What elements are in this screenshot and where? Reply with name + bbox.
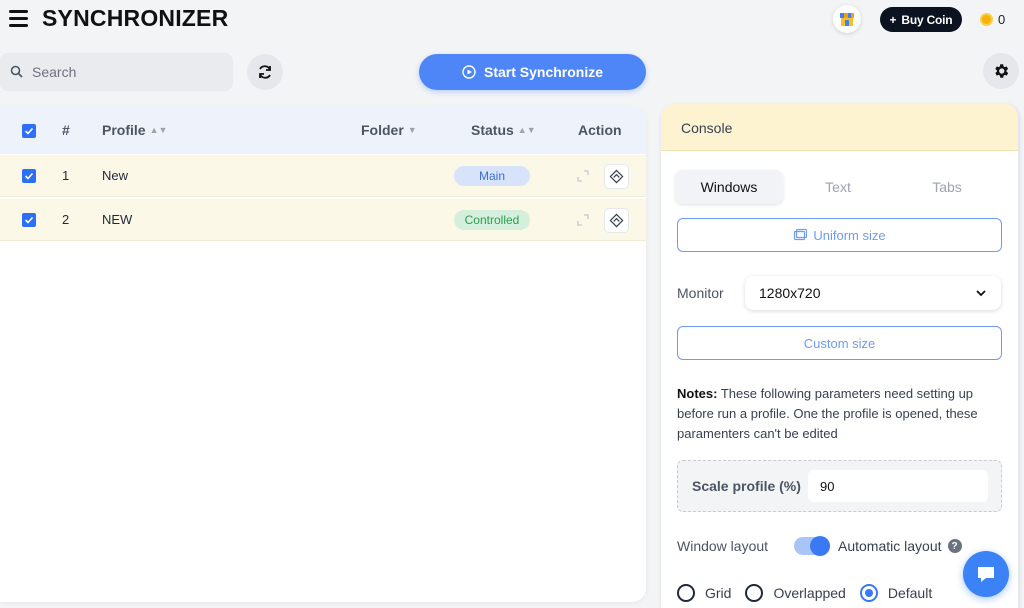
- automatic-layout-label: Automatic layout: [838, 538, 942, 554]
- plus-icon: +: [889, 12, 897, 27]
- console-title: Console: [681, 120, 733, 136]
- automatic-layout: Automatic layout ?: [838, 538, 962, 554]
- store-icon: [840, 13, 854, 26]
- check-icon: [24, 216, 34, 224]
- scale-profile-input[interactable]: [808, 470, 988, 502]
- resize-icon: [794, 228, 808, 241]
- refresh-icon: [259, 65, 271, 79]
- check-icon: [24, 127, 34, 135]
- radio-button[interactable]: [745, 584, 764, 602]
- sort-icon: ▲▼: [149, 125, 168, 135]
- radio-button-selected[interactable]: [859, 584, 878, 602]
- chat-icon: [978, 567, 994, 582]
- column-index: #: [62, 122, 70, 138]
- scale-profile-label: Scale profile (%): [692, 478, 801, 494]
- coin-balance: 0: [980, 12, 1005, 27]
- buy-coin-label: Buy Coin: [901, 12, 953, 27]
- coin-icon: [980, 13, 993, 26]
- notes-body: These following parameters need setting …: [677, 386, 978, 441]
- layout-option-label: Overlapped: [773, 585, 846, 601]
- share-window-icon: [609, 169, 624, 184]
- play-circle-icon: [462, 65, 476, 79]
- menu-icon[interactable]: [4, 4, 32, 32]
- tab-text[interactable]: Text: [784, 170, 892, 204]
- monitor-label: Monitor: [677, 285, 724, 301]
- search-icon: [10, 65, 23, 78]
- app-title: SYNCHRONIZER: [42, 5, 229, 31]
- status-badge: Main: [454, 166, 530, 186]
- console-tabs: Windows Text Tabs: [675, 170, 1001, 204]
- toggle-knob: [810, 536, 830, 556]
- console-panel: Console Windows Text Tabs Uniform size M…: [661, 104, 1020, 608]
- tab-windows[interactable]: Windows: [675, 170, 783, 204]
- profiles-table: # Profile ▲▼ Folder ▼ Status ▲▼ Action 1…: [0, 106, 646, 602]
- custom-size-label: Custom size: [803, 335, 876, 351]
- refresh-button[interactable]: [247, 54, 283, 90]
- layout-option-default[interactable]: Default: [859, 584, 933, 602]
- scale-profile-box: Scale profile (%): [677, 460, 1002, 512]
- layout-option-label: Grid: [705, 585, 732, 601]
- tab-tabs[interactable]: Tabs: [893, 170, 1001, 204]
- column-action: Action: [578, 122, 622, 138]
- chevron-down-icon: [976, 290, 986, 297]
- expand-icon[interactable]: [576, 213, 590, 227]
- row-checkbox[interactable]: [22, 169, 36, 183]
- layout-options: Grid Overlapped Default: [677, 584, 946, 602]
- column-status[interactable]: Status ▲▼: [471, 122, 536, 138]
- custom-size-button[interactable]: Custom size: [677, 326, 1002, 360]
- layout-option-overlapped[interactable]: Overlapped: [745, 584, 846, 602]
- notes-title: Notes:: [677, 386, 718, 401]
- sort-icon: ▲▼: [517, 125, 536, 135]
- focus-window-button[interactable]: [604, 164, 629, 189]
- column-status-label: Status: [471, 122, 514, 138]
- coin-balance-value: 0: [998, 12, 1006, 27]
- expand-icon[interactable]: [576, 169, 590, 183]
- table-header: # Profile ▲▼ Folder ▼ Status ▲▼ Action: [0, 106, 646, 154]
- table-row[interactable]: 1 New Main: [0, 155, 646, 197]
- store-button[interactable]: [833, 5, 861, 33]
- select-all-checkbox[interactable]: [22, 124, 36, 138]
- column-folder[interactable]: Folder ▼: [361, 122, 417, 138]
- table-row[interactable]: 2 NEW Controlled: [0, 199, 646, 241]
- share-window-icon: [609, 213, 624, 228]
- search-box[interactable]: [0, 53, 233, 91]
- column-folder-label: Folder: [361, 122, 404, 138]
- buy-coin-button[interactable]: + Buy Coin: [880, 7, 962, 32]
- layout-option-label: Default: [887, 585, 933, 601]
- start-synchronize-button[interactable]: Start Synchronize: [419, 54, 646, 90]
- column-profile-label: Profile: [102, 122, 146, 138]
- settings-button[interactable]: [983, 53, 1019, 89]
- help-icon[interactable]: ?: [947, 539, 962, 553]
- notes-text: Notes: These following parameters need s…: [677, 384, 1007, 444]
- row-checkbox[interactable]: [22, 213, 36, 227]
- column-profile[interactable]: Profile ▲▼: [102, 122, 167, 138]
- monitor-value: 1280x720: [759, 285, 821, 301]
- check-icon: [24, 172, 34, 180]
- gear-icon: [995, 64, 1009, 78]
- chat-button[interactable]: [963, 551, 1009, 597]
- layout-option-grid[interactable]: Grid: [677, 584, 731, 602]
- row-profile: New: [102, 168, 129, 183]
- radio-button[interactable]: [677, 584, 695, 602]
- start-synchronize-label: Start Synchronize: [483, 64, 604, 80]
- row-profile: NEW: [102, 212, 133, 227]
- row-index: 2: [62, 212, 70, 227]
- automatic-layout-toggle[interactable]: [794, 536, 830, 556]
- monitor-select[interactable]: 1280x720: [745, 276, 1001, 310]
- console-header: Console: [661, 104, 1018, 151]
- row-index: 1: [62, 168, 70, 183]
- focus-window-button[interactable]: [604, 208, 629, 233]
- uniform-size-button[interactable]: Uniform size: [677, 218, 1002, 252]
- window-layout-label: Window layout: [677, 538, 769, 554]
- dropdown-icon: ▼: [407, 125, 417, 135]
- status-badge: Controlled: [454, 210, 530, 230]
- uniform-size-label: Uniform size: [813, 227, 886, 243]
- search-input[interactable]: [32, 64, 212, 80]
